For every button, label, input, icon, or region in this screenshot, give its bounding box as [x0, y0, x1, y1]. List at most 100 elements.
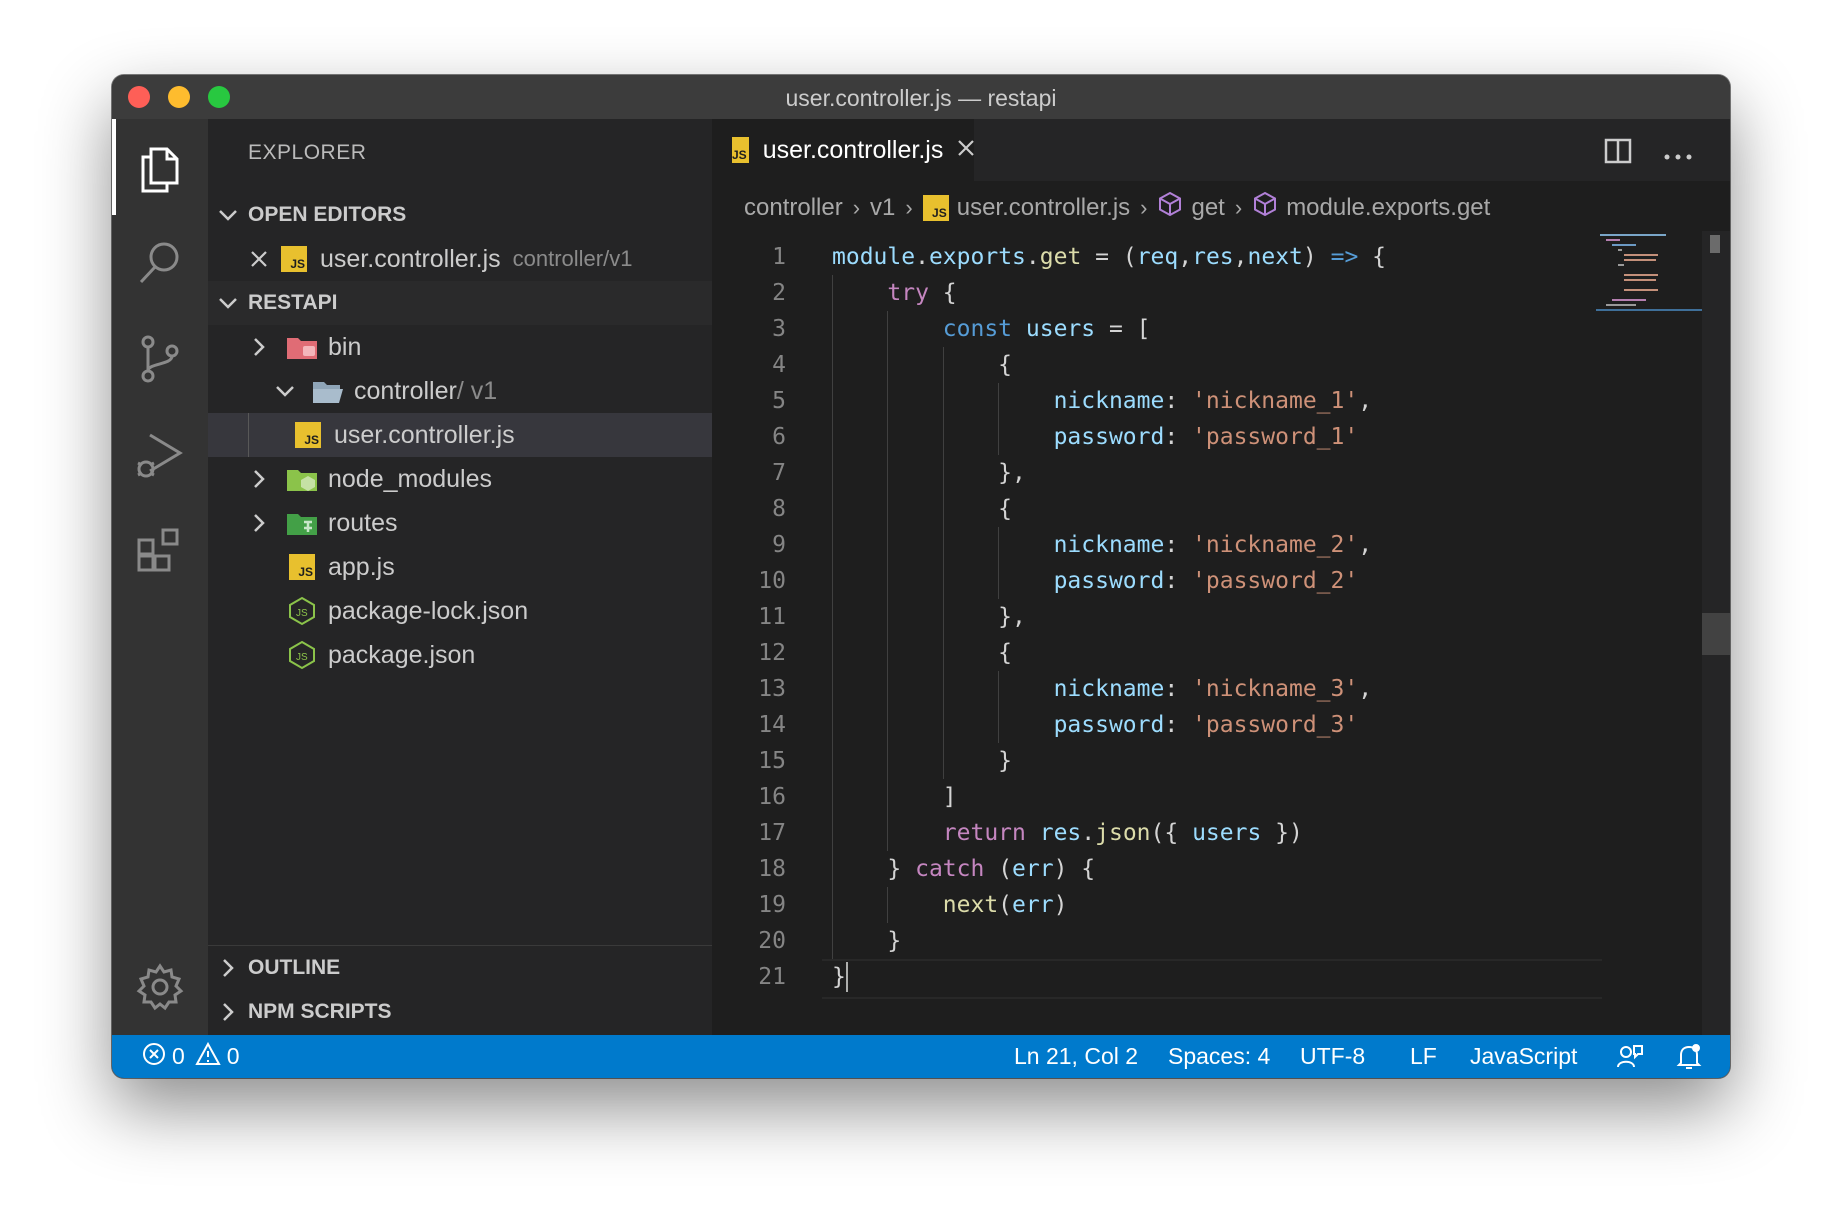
code-line[interactable]: 3 const users = [: [712, 311, 1602, 347]
tree-item-node-modules[interactable]: node_modules: [208, 457, 712, 501]
code-line[interactable]: 8 {: [712, 491, 1602, 527]
indent-guide: [887, 635, 889, 671]
explorer-icon[interactable]: [112, 119, 208, 215]
indentation[interactable]: Spaces: 4: [1168, 1043, 1270, 1070]
warning-count: 0: [226, 1043, 240, 1069]
code-line[interactable]: 17 return res.json({ users }): [712, 815, 1602, 851]
code-line[interactable]: 6 password: 'password_1': [712, 419, 1602, 455]
chevron-right-icon: [244, 469, 274, 489]
indent-guide: [887, 563, 889, 599]
code-line[interactable]: 10 password: 'password_2': [712, 563, 1602, 599]
line-number: 10: [758, 568, 786, 594]
tab-user-controller[interactable]: JS user.controller.js: [712, 119, 975, 181]
code-line[interactable]: 16 ]: [712, 779, 1602, 815]
code-line[interactable]: 9 nickname: 'nickname_2',: [712, 527, 1602, 563]
language-mode[interactable]: JavaScript: [1470, 1043, 1577, 1070]
cursor-position[interactable]: Ln 21, Col 2: [1014, 1043, 1138, 1070]
search-icon[interactable]: [112, 215, 208, 311]
symbol-method-icon: [1157, 191, 1183, 224]
code-line[interactable]: 15 }: [712, 743, 1602, 779]
split-editor-icon[interactable]: [1604, 138, 1632, 169]
breadcrumb: controller › v1 › JS user.controller.js …: [744, 191, 1490, 224]
line-number: 20: [758, 928, 786, 954]
code-line[interactable]: 2 try {: [712, 275, 1602, 311]
npm-scripts-header[interactable]: NPM SCRIPTS: [208, 990, 712, 1034]
indent-guide: [942, 635, 944, 671]
indent-guide: [887, 491, 889, 527]
breadcrumb-item[interactable]: get: [1191, 194, 1224, 222]
tree-item-app-js[interactable]: JS app.js: [208, 545, 712, 589]
indent-guide: [832, 455, 833, 491]
problems-indicator[interactable]: 0 0: [142, 1041, 240, 1072]
tree-item-bin[interactable]: bin: [208, 325, 712, 369]
code-text: password: 'password_1': [1053, 424, 1359, 450]
chevron-right-icon: ›: [1234, 194, 1243, 220]
status-bar: 0 0 Ln 21, Col 2 Spaces: 4 UTF-8 LF Java…: [112, 1035, 1730, 1078]
breadcrumb-item[interactable]: user.controller.js: [957, 194, 1130, 222]
open-editor-item[interactable]: JS user.controller.js controller/v1: [208, 237, 712, 281]
code-line[interactable]: 14 password: 'password_3': [712, 707, 1602, 743]
feedback-icon[interactable]: [1616, 1043, 1644, 1075]
notifications-bell-icon[interactable]: [1676, 1043, 1702, 1077]
code-text: password: 'password_3': [1053, 712, 1359, 738]
code-text: } catch (err) {: [832, 856, 1096, 882]
tree-item-package-json[interactable]: JS package.json: [208, 633, 712, 677]
close-icon[interactable]: [244, 250, 274, 268]
indent-guide: [942, 707, 944, 743]
indent-guide: [942, 347, 944, 383]
source-control-icon[interactable]: [112, 311, 208, 407]
editor-area: JS user.controller.js controller › v1 › …: [712, 119, 1730, 1035]
js-file-icon: JS: [292, 419, 324, 451]
code-line[interactable]: 1 module.exports.get = (req,res,next) => …: [712, 239, 1602, 275]
js-file-icon: JS: [922, 194, 949, 221]
code-line[interactable]: 18 } catch (err) {: [712, 851, 1602, 887]
indent-guide: [887, 815, 889, 851]
indent-guide: [832, 887, 833, 923]
code-line[interactable]: 13 nickname: 'nickname_3',: [712, 671, 1602, 707]
restapi-header[interactable]: RESTAPI: [208, 281, 712, 325]
code-line[interactable]: 12 {: [712, 635, 1602, 671]
chevron-right-icon: ›: [1140, 194, 1148, 220]
indent-guide: [942, 455, 944, 491]
tree-item-user-controller[interactable]: JS user.controller.js: [208, 413, 712, 457]
open-editors-header[interactable]: OPEN EDITORS: [208, 193, 712, 237]
tree-item-routes[interactable]: routes: [208, 501, 712, 545]
code-editor[interactable]: 1 module.exports.get = (req,res,next) => …: [712, 239, 1602, 1035]
svg-text:JS: JS: [296, 608, 308, 619]
symbol-method-icon: [1252, 191, 1278, 224]
folder-bin-icon: [286, 331, 318, 363]
chevron-right-icon: [244, 513, 274, 533]
code-line[interactable]: 11 },: [712, 599, 1602, 635]
extensions-icon[interactable]: [112, 503, 208, 599]
settings-gear-icon[interactable]: [112, 939, 208, 1035]
code-line[interactable]: 7 },: [712, 455, 1602, 491]
chevron-right-icon: ›: [905, 194, 913, 220]
code-line[interactable]: 5 nickname: 'nickname_1',: [712, 383, 1602, 419]
outline-header[interactable]: OUTLINE: [208, 946, 712, 990]
vscode-window: user.controller.js — restapi EXPLORER OP…: [112, 75, 1730, 1078]
more-actions-icon[interactable]: [1664, 147, 1692, 165]
run-debug-icon[interactable]: [112, 407, 208, 503]
chevron-right-icon: [208, 958, 248, 978]
tree-item-controller[interactable]: controller / v1: [208, 369, 712, 413]
indent-guide: [887, 419, 889, 455]
line-ending[interactable]: LF: [1410, 1043, 1437, 1070]
vertical-scrollbar[interactable]: [1702, 231, 1730, 1035]
indent-guide: [998, 527, 1000, 563]
breadcrumb-item[interactable]: controller: [744, 194, 843, 222]
code-line[interactable]: 4 {: [712, 347, 1602, 383]
code-line[interactable]: 19 next(err): [712, 887, 1602, 923]
scrollbar-thumb[interactable]: [1702, 613, 1730, 655]
tree-item-package-lock[interactable]: JS package-lock.json: [208, 589, 712, 633]
minimap[interactable]: [1596, 231, 1706, 311]
indent-guide: [942, 419, 944, 455]
tab-close-icon[interactable]: [957, 137, 975, 163]
breadcrumb-item[interactable]: v1: [870, 194, 895, 222]
code-line[interactable]: 20 }: [712, 923, 1602, 959]
indent-guide: [832, 599, 833, 635]
tab-bar: JS user.controller.js: [712, 119, 1730, 181]
activity-bar: [112, 119, 208, 1035]
code-text: module.exports.get = (req,res,next) => {: [832, 244, 1386, 270]
breadcrumb-item[interactable]: module.exports.get: [1286, 194, 1490, 222]
encoding[interactable]: UTF-8: [1300, 1043, 1365, 1070]
